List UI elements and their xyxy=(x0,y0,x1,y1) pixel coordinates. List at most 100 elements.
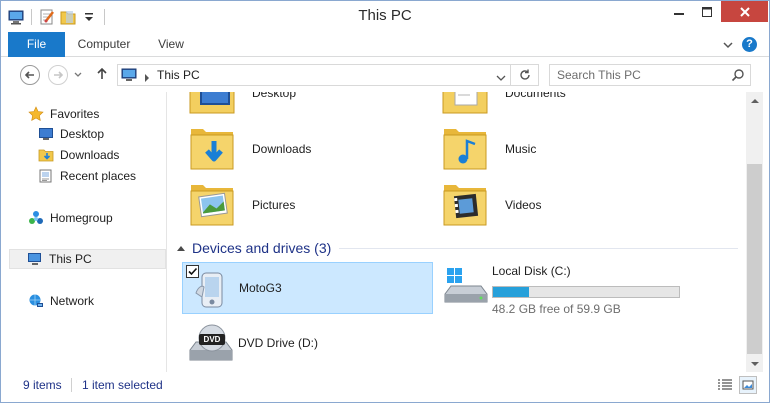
tab-computer[interactable]: Computer xyxy=(71,32,137,57)
scroll-up-button[interactable] xyxy=(746,92,763,109)
sidebar-item-label: Recent places xyxy=(60,169,137,183)
folder-music[interactable]: Music xyxy=(441,124,536,174)
up-arrow-icon xyxy=(97,67,107,79)
sidebar-item-label: Downloads xyxy=(60,148,120,162)
folder-label: Downloads xyxy=(252,142,312,156)
sidebar-item-desktop[interactable]: Desktop xyxy=(38,124,104,144)
new-folder-icon[interactable] xyxy=(59,8,77,26)
downloads-folder-icon xyxy=(188,125,236,173)
help-button[interactable]: ? xyxy=(742,37,757,52)
status-divider xyxy=(71,378,72,392)
folder-label: Pictures xyxy=(252,198,296,212)
folder-pictures[interactable]: Pictures xyxy=(188,180,295,230)
sidebar-item-label: This PC xyxy=(49,252,92,266)
device-dvd-drive-d[interactable]: DVD DVD Drive (D:) xyxy=(182,318,433,370)
tab-view[interactable]: View xyxy=(149,32,193,57)
toolbar-separator xyxy=(104,9,105,25)
sidebar-item-network[interactable]: Network xyxy=(28,291,94,311)
sidebar-item-favorites[interactable]: Favorites xyxy=(28,104,99,124)
refresh-icon xyxy=(519,69,530,80)
maximize-icon xyxy=(702,6,712,17)
sidebar-item-homegroup[interactable]: Homegroup xyxy=(28,208,113,228)
up-button[interactable] xyxy=(95,67,109,81)
quick-access-toolbar xyxy=(7,6,108,28)
sidebar-item-label: Homegroup xyxy=(50,211,113,225)
scroll-down-button[interactable] xyxy=(746,355,763,372)
sidebar-item-label: Favorites xyxy=(50,107,100,121)
chevron-down-icon xyxy=(496,75,506,81)
navigation-bar: This PC xyxy=(1,57,769,92)
folder-label: Documents xyxy=(505,92,566,100)
folder-documents[interactable]: Documents xyxy=(441,92,566,118)
phone-icon xyxy=(188,265,236,313)
folder-videos[interactable]: Videos xyxy=(441,180,541,230)
devices-group-header[interactable]: Devices and drives (3) xyxy=(176,238,738,258)
title-bar: This PC xyxy=(1,1,769,32)
folder-label: Music xyxy=(505,142,537,156)
chevron-down-icon xyxy=(723,42,733,49)
minimize-button[interactable] xyxy=(665,1,693,22)
disk-usage-fill xyxy=(493,287,530,297)
folder-desktop[interactable]: Desktop xyxy=(188,92,296,118)
explorer-window: This PC File Computer View ? This PC Sea… xyxy=(0,0,770,403)
details-view-button[interactable] xyxy=(716,376,734,394)
folder-label: Videos xyxy=(505,198,542,212)
forward-button[interactable] xyxy=(48,65,68,85)
scroll-thumb[interactable] xyxy=(747,164,762,354)
item-count: 9 items xyxy=(23,378,62,392)
breadcrumb-this-pc[interactable]: This PC xyxy=(157,68,200,82)
details-view-icon xyxy=(718,379,732,390)
device-label: MotoG3 xyxy=(239,281,282,295)
large-icons-view-button[interactable] xyxy=(739,376,757,394)
minimize-icon xyxy=(674,12,684,15)
refresh-button[interactable] xyxy=(511,64,539,86)
desktop-folder-icon xyxy=(188,92,236,117)
sidebar-item-label: Network xyxy=(50,294,95,308)
device-motog3[interactable]: MotoG3 xyxy=(182,262,433,314)
group-divider xyxy=(339,247,738,249)
window-title: This PC xyxy=(358,7,412,24)
close-icon xyxy=(739,6,750,17)
recent-locations-button[interactable] xyxy=(73,68,83,80)
address-bar[interactable]: This PC xyxy=(117,64,511,86)
properties-icon[interactable] xyxy=(38,8,56,26)
sidebar-item-this-pc[interactable]: This PC xyxy=(9,249,166,269)
large-icons-view-icon xyxy=(742,380,754,390)
disk-usage-bar xyxy=(492,286,680,298)
pictures-folder-icon xyxy=(188,181,236,229)
search-icon[interactable] xyxy=(731,68,745,82)
sidebar-item-recent-places[interactable]: Recent places xyxy=(38,166,136,186)
search-input[interactable] xyxy=(557,67,727,83)
dvd-badge: DVD xyxy=(203,335,221,344)
expand-ribbon-button[interactable] xyxy=(721,38,735,52)
ribbon: File Computer View ? xyxy=(1,32,769,57)
device-label: DVD Drive (D:) xyxy=(238,336,318,350)
sidebar-item-downloads[interactable]: Downloads xyxy=(38,145,119,165)
address-dropdown-button[interactable] xyxy=(496,71,506,81)
recent-places-icon xyxy=(38,168,54,184)
customize-dropdown-icon[interactable] xyxy=(80,8,98,26)
local-disk-icon xyxy=(441,264,489,312)
toolbar-separator xyxy=(31,9,32,25)
device-local-disk-c[interactable]: Local Disk (C:) 48.2 GB free of 59.9 GB xyxy=(436,262,716,316)
music-folder-icon xyxy=(441,125,489,173)
collapse-caret-icon[interactable] xyxy=(176,243,186,253)
documents-folder-icon xyxy=(441,92,489,117)
this-pc-icon xyxy=(121,68,139,82)
group-title: Devices and drives (3) xyxy=(192,240,332,256)
this-pc-icon xyxy=(27,251,43,267)
videos-folder-icon xyxy=(441,181,489,229)
tab-file[interactable]: File xyxy=(8,32,65,57)
search-box[interactable] xyxy=(549,64,751,86)
selection-count: 1 item selected xyxy=(82,378,163,392)
device-label: Local Disk (C:) xyxy=(492,264,571,278)
status-bar: 9 items 1 item selected xyxy=(1,372,769,402)
desktop-icon xyxy=(38,126,54,142)
back-button[interactable] xyxy=(20,65,40,85)
close-button[interactable] xyxy=(721,1,768,22)
folder-downloads[interactable]: Downloads xyxy=(188,124,311,174)
computer-icon[interactable] xyxy=(7,8,25,26)
vertical-scrollbar[interactable] xyxy=(746,92,763,372)
maximize-button[interactable] xyxy=(693,1,721,22)
breadcrumb-arrow-icon[interactable] xyxy=(144,71,150,82)
